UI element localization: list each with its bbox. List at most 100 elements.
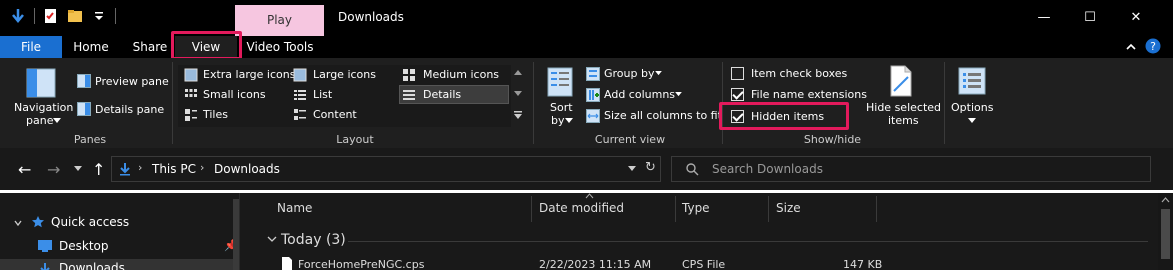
layout-tiles[interactable]: Tiles	[203, 108, 228, 121]
group-collapse-icon[interactable]	[267, 235, 277, 243]
recent-locations-icon[interactable]	[74, 166, 82, 172]
tab-video-tools[interactable]: Video Tools	[243, 36, 317, 58]
item-check-boxes-label[interactable]: Item check boxes	[751, 67, 847, 80]
maximize-button[interactable]: ☐	[1067, 4, 1113, 32]
column-name[interactable]: Name	[277, 201, 312, 215]
column-type[interactable]: Type	[682, 201, 710, 215]
details-pane-button[interactable]: Details pane	[95, 103, 164, 116]
options-button[interactable]: Options	[951, 101, 993, 114]
preview-pane-icon[interactable]	[77, 74, 91, 88]
file-size: 147 KB	[843, 258, 883, 270]
chevron-down-icon[interactable]	[565, 118, 573, 124]
group-by-icon	[586, 67, 600, 81]
large-icons-icon	[293, 68, 307, 82]
navigation-pane-icon[interactable]	[26, 68, 56, 98]
nav-scrollbar[interactable]	[233, 199, 239, 270]
refresh-icon[interactable]: ↻	[645, 160, 656, 175]
tiles-icon	[185, 109, 197, 121]
gallery-scroll-up-icon[interactable]	[513, 68, 523, 76]
layout-details[interactable]: Details	[423, 88, 461, 101]
add-columns-icon	[586, 88, 600, 102]
tab-share[interactable]: Share	[126, 36, 174, 58]
content-area: Quick access Desktop 📌 Downloads Name Da…	[0, 193, 1173, 270]
column-separator[interactable]	[531, 196, 532, 222]
sort-by-icon[interactable]	[546, 66, 574, 98]
column-size[interactable]: Size	[776, 201, 801, 215]
down-arrow-icon[interactable]	[10, 8, 26, 24]
size-all-columns-icon	[586, 109, 600, 123]
group-separator	[944, 62, 945, 144]
group-by-button[interactable]: Group by	[604, 67, 654, 80]
search-placeholder: Search Downloads	[712, 162, 823, 176]
nav-quick-access[interactable]: Quick access	[51, 215, 129, 229]
chevron-down-icon[interactable]	[968, 118, 976, 124]
gallery-more-icon[interactable]	[513, 110, 523, 120]
address-box[interactable]: › This PC › Downloads ↻	[111, 156, 661, 182]
new-folder-icon[interactable]	[67, 8, 83, 24]
file-name-extensions-label[interactable]: File name extensions	[751, 88, 867, 101]
extra-large-icons-icon	[184, 68, 198, 82]
tab-file[interactable]: File	[0, 36, 62, 58]
details-pane-icon[interactable]	[77, 102, 91, 116]
nav-desktop[interactable]: Desktop	[59, 239, 109, 253]
nav-downloads[interactable]: Downloads	[59, 261, 125, 270]
item-check-boxes-checkbox[interactable]	[731, 67, 744, 80]
sort-by-label-line1[interactable]: Sort	[550, 101, 573, 114]
ribbon: Navigation pane Preview pane Details pan…	[0, 58, 1173, 148]
navigation-pane-label-line2[interactable]: pane	[26, 114, 53, 127]
search-input[interactable]: Search Downloads	[671, 156, 1151, 182]
layout-medium-icons[interactable]: Medium icons	[423, 68, 499, 81]
layout-small-icons[interactable]: Small icons	[203, 88, 266, 101]
layout-list[interactable]: List	[313, 88, 332, 101]
preview-pane-button[interactable]: Preview pane	[95, 75, 169, 88]
small-icons-icon	[185, 89, 197, 97]
breadcrumb-downloads[interactable]: Downloads	[214, 162, 280, 176]
minimize-button[interactable]: —	[1021, 4, 1067, 32]
up-button[interactable]: ↑	[92, 160, 105, 179]
hide-selected-items-icon[interactable]	[888, 65, 914, 97]
tab-home[interactable]: Home	[66, 36, 116, 58]
search-icon	[686, 163, 699, 176]
column-separator[interactable]	[675, 196, 676, 222]
address-dropdown-icon[interactable]	[628, 166, 636, 172]
panes-group-label: Panes	[73, 133, 107, 146]
group-header-today[interactable]: Today (3)	[281, 232, 346, 248]
sort-by-label-line2[interactable]: by	[551, 114, 565, 127]
chevron-down-icon[interactable]	[53, 118, 61, 124]
expand-chevron-icon[interactable]	[14, 219, 22, 227]
customize-qat-icon[interactable]	[91, 8, 107, 24]
gallery-scroll-down-icon[interactable]	[513, 90, 523, 98]
chevron-down-icon[interactable]	[655, 71, 662, 76]
layout-large-icons[interactable]: Large icons	[313, 68, 376, 81]
hide-selected-items-label-line2[interactable]: items	[888, 114, 919, 127]
file-name-extensions-checkbox[interactable]	[731, 88, 744, 101]
column-separator[interactable]	[768, 196, 769, 222]
file-icon	[282, 257, 292, 270]
scroll-thumb[interactable]	[1161, 209, 1170, 259]
navigation-pane-label-line1[interactable]: Navigation	[14, 101, 73, 114]
group-separator	[533, 62, 534, 144]
file-name[interactable]: ForceHomePreNGC.cps	[298, 258, 424, 270]
hide-selected-items-label-line1[interactable]: Hide selected	[866, 101, 941, 114]
help-icon[interactable]: ?	[1145, 38, 1161, 54]
file-list-scrollbar[interactable]	[1158, 193, 1173, 270]
layout-extra-large-icons[interactable]: Extra large icons	[203, 68, 295, 81]
column-separator[interactable]	[876, 196, 877, 222]
properties-icon[interactable]	[43, 8, 59, 24]
layout-content[interactable]: Content	[313, 108, 357, 121]
scroll-up-icon[interactable]	[1161, 197, 1170, 203]
qat-separator	[34, 8, 35, 24]
column-date-modified[interactable]: Date modified	[539, 201, 624, 215]
file-type: CPS File	[682, 258, 726, 270]
back-button[interactable]: ←	[18, 160, 31, 179]
close-button[interactable]: ✕	[1113, 4, 1159, 32]
hidden-items-highlight	[719, 102, 849, 130]
add-columns-button[interactable]: Add columns	[604, 88, 675, 101]
forward-button[interactable]: →	[47, 160, 60, 179]
collapse-ribbon-icon[interactable]	[1124, 40, 1138, 54]
breadcrumb-this-pc[interactable]: This PC	[152, 162, 196, 176]
contextual-tab-play[interactable]: Play	[235, 5, 324, 36]
chevron-down-icon[interactable]	[675, 92, 682, 97]
size-all-columns-button[interactable]: Size all columns to fit	[604, 109, 722, 122]
options-icon[interactable]	[958, 67, 986, 95]
